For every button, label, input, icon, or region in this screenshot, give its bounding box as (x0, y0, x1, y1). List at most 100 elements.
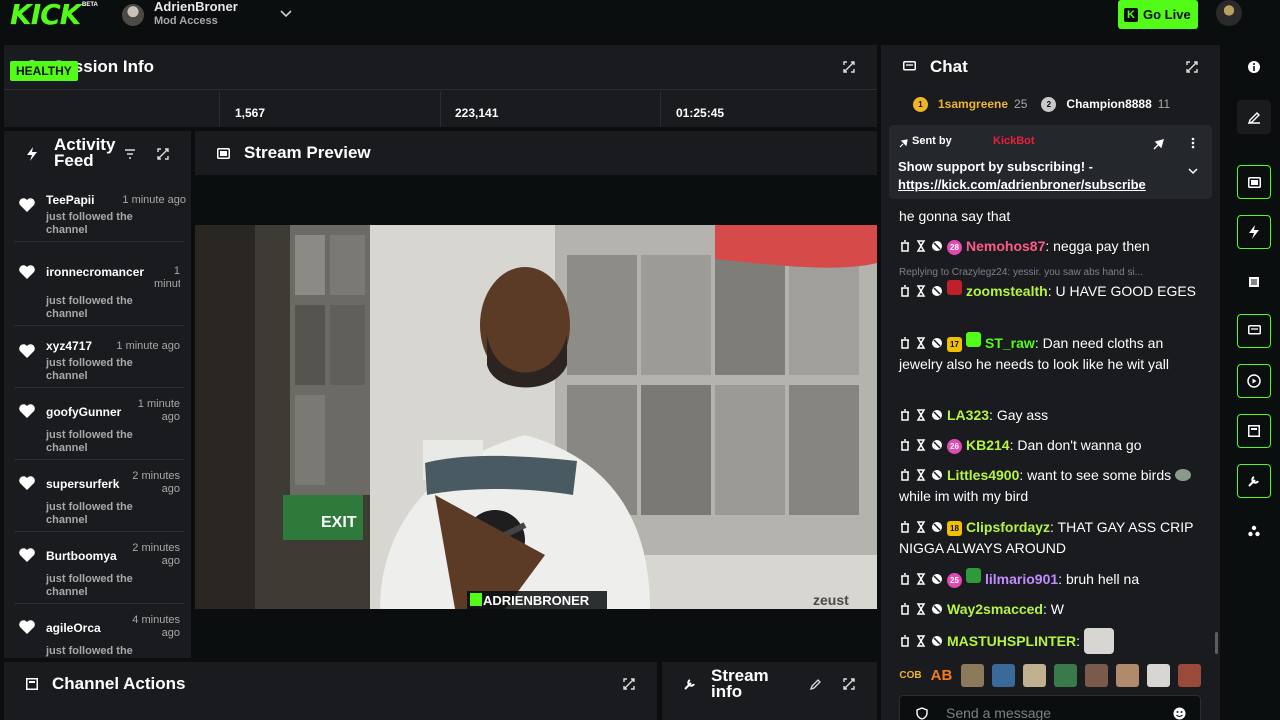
unpin-icon[interactable] (1153, 138, 1165, 150)
session-info-toggle[interactable] (1237, 364, 1271, 398)
timeout-icon[interactable] (915, 469, 927, 481)
apps-button[interactable] (1237, 514, 1271, 548)
emoji-icon[interactable] (1173, 707, 1186, 720)
leader-name[interactable]: 1samgreene (938, 97, 1008, 112)
chat-toggle[interactable] (1237, 314, 1271, 348)
info-button[interactable] (1237, 50, 1271, 84)
filter-icon[interactable] (124, 148, 136, 160)
trash-icon[interactable] (899, 337, 911, 349)
edit-layout-button[interactable] (1237, 100, 1271, 134)
feed-username[interactable]: supersurferk (46, 477, 119, 491)
feed-username[interactable]: agileOrca (46, 621, 101, 635)
stream-health-badge: HEALTHY (10, 61, 78, 81)
pinned-sender[interactable]: KickBot (993, 135, 1035, 147)
chat-input[interactable] (946, 705, 1166, 720)
trash-icon[interactable] (899, 469, 911, 481)
leader-name[interactable]: Champion8888 (1066, 97, 1151, 112)
emote-cob[interactable]: COB (899, 664, 922, 687)
emote[interactable] (992, 664, 1015, 687)
emote[interactable] (961, 664, 984, 687)
chat-username[interactable]: Nemohos87 (966, 238, 1045, 254)
ban-icon[interactable] (931, 635, 943, 647)
feed-username[interactable]: Burtboomya (46, 549, 117, 563)
mod-log-button[interactable] (1237, 265, 1271, 299)
session-info-header: Session Info (4, 45, 877, 89)
timeout-icon[interactable] (915, 439, 927, 451)
ban-icon[interactable] (931, 603, 943, 615)
expand-icon[interactable] (1186, 61, 1198, 73)
chevron-down-icon[interactable] (1187, 165, 1199, 177)
expand-icon[interactable] (157, 148, 169, 160)
ban-icon[interactable] (931, 439, 943, 451)
emote[interactable] (1147, 664, 1170, 687)
chat-username[interactable]: Littles4900 (947, 467, 1019, 483)
feed-username[interactable]: ironnecromancer (46, 265, 154, 279)
emote[interactable] (1116, 664, 1139, 687)
ban-icon[interactable] (931, 521, 943, 533)
ban-icon[interactable] (931, 469, 943, 481)
timeout-icon[interactable] (915, 285, 927, 297)
timeout-icon[interactable] (915, 409, 927, 421)
chat-username[interactable]: zoomstealth (966, 283, 1048, 299)
timeout-icon[interactable] (915, 337, 927, 349)
chat-username[interactable]: LA323 (947, 407, 989, 423)
stream-preview-toggle[interactable] (1237, 165, 1271, 199)
chat-username[interactable]: Way2smacced (947, 601, 1043, 617)
chat-scrollbar[interactable] (1215, 632, 1218, 654)
go-live-button[interactable]: K Go Live (1118, 0, 1198, 29)
emote[interactable] (1178, 664, 1201, 687)
ban-icon[interactable] (931, 285, 943, 297)
timeout-icon[interactable] (915, 635, 927, 647)
chat-username[interactable]: Clipsfordayz (966, 519, 1050, 535)
stream-video[interactable]: ADRIENBRONER zeust EXIT (195, 225, 877, 609)
exit-sign-text: EXIT (321, 514, 357, 531)
emote-ab[interactable]: AB (930, 664, 953, 687)
profile-avatar[interactable] (1216, 0, 1242, 26)
pin-icon (899, 139, 908, 148)
feed-username[interactable]: TeePapii (46, 193, 94, 207)
stream-info-toggle[interactable] (1237, 464, 1271, 498)
ban-icon[interactable] (931, 240, 943, 252)
subscribe-link[interactable]: https://kick.com/adrienbroner/subscribe (898, 176, 1146, 194)
send-message-box (899, 695, 1201, 720)
account-avatar[interactable] (122, 4, 144, 26)
emote[interactable] (1085, 664, 1108, 687)
timeout-icon[interactable] (915, 521, 927, 533)
follower-count: 223,141 (455, 106, 499, 120)
ban-icon[interactable] (931, 573, 943, 585)
trash-icon[interactable] (899, 521, 911, 533)
timeout-icon[interactable] (915, 603, 927, 615)
timeout-icon[interactable] (915, 240, 927, 252)
ban-icon[interactable] (931, 409, 943, 421)
expand-icon[interactable] (843, 678, 855, 690)
account-name[interactable]: AdrienBroner (154, 0, 238, 14)
chat-username[interactable]: lilmario901 (985, 571, 1058, 587)
trash-icon[interactable] (899, 240, 911, 252)
chat-username[interactable]: ST_raw (985, 335, 1035, 351)
feed-username[interactable]: goofyGunner (46, 405, 121, 419)
expand-icon[interactable] (623, 678, 635, 690)
trash-icon[interactable] (899, 285, 911, 297)
emote[interactable] (1054, 664, 1077, 687)
chat-username[interactable]: KB214 (966, 437, 1010, 453)
ban-icon[interactable] (931, 337, 943, 349)
activity-feed-title: Activity Feed (54, 135, 116, 170)
more-icon[interactable] (1191, 137, 1195, 149)
reply-context[interactable]: Replying to Crazylegz24: yessir. you saw… (899, 267, 1143, 278)
trash-icon[interactable] (899, 409, 911, 421)
trash-icon[interactable] (899, 635, 911, 647)
emote[interactable] (1023, 664, 1046, 687)
timeout-icon[interactable] (915, 573, 927, 585)
expand-icon[interactable] (843, 61, 855, 73)
feed-username[interactable]: xyz4717 (46, 339, 92, 353)
activity-feed-toggle[interactable] (1237, 215, 1271, 249)
shield-icon[interactable] (916, 707, 928, 720)
pencil-icon[interactable] (810, 678, 822, 690)
chevron-down-icon[interactable] (278, 5, 294, 21)
kick-logo[interactable]: KICK (10, 1, 81, 29)
trash-icon[interactable] (899, 603, 911, 615)
channel-actions-toggle[interactable] (1237, 414, 1271, 448)
trash-icon[interactable] (899, 573, 911, 585)
trash-icon[interactable] (899, 439, 911, 451)
chat-username[interactable]: MASTUHSPLINTER (947, 633, 1076, 649)
